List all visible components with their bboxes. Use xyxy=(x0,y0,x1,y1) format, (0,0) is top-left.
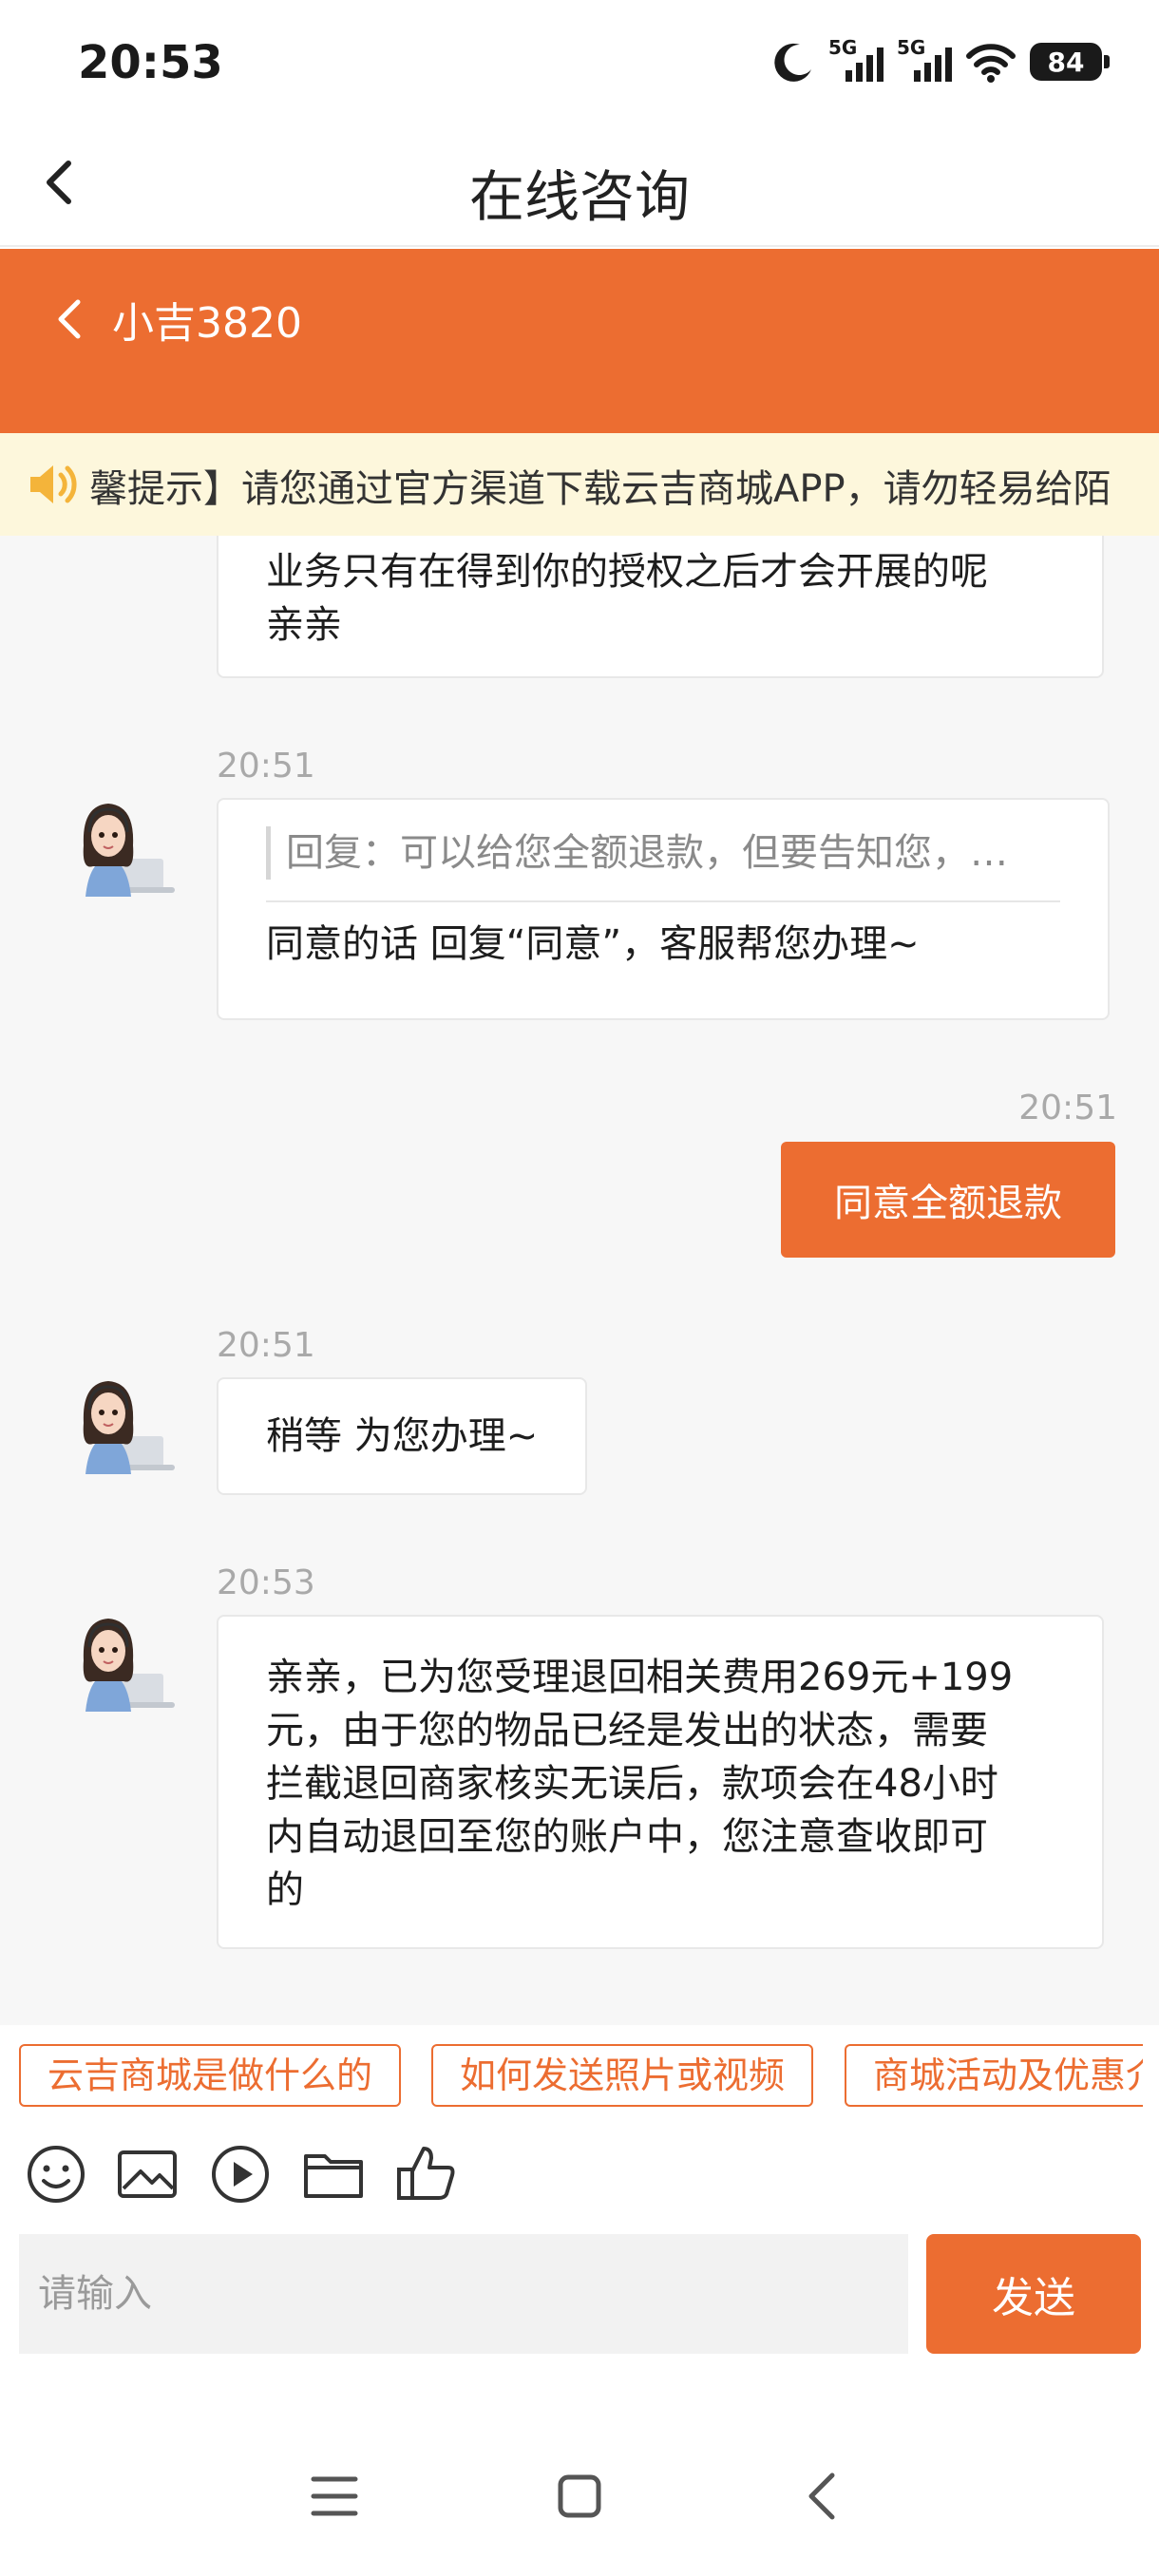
thumbs-up-icon[interactable] xyxy=(393,2141,460,2207)
message-line: 的 xyxy=(266,1868,304,1912)
message-time: 20:53 xyxy=(217,1563,315,1602)
message-line: 稍等 为您办理~ xyxy=(266,1414,539,1458)
message-line: 同意的话 回复“同意”，客服帮您办理~ xyxy=(266,922,920,966)
input-row: 发送 xyxy=(0,2234,1159,2354)
quick-reply-chip[interactable]: 如何发送照片或视频 xyxy=(431,2044,814,2107)
message-time: 20:51 xyxy=(217,747,315,786)
status-bar: 20:53 5G 5G 84 xyxy=(0,0,1159,123)
menu-icon[interactable] xyxy=(296,2458,372,2534)
quick-reply-chip[interactable]: 云吉商城是做什么的 xyxy=(19,2044,402,2107)
speaker-icon xyxy=(30,465,77,503)
nav-back-icon[interactable] xyxy=(787,2458,863,2534)
header-back-icon[interactable] xyxy=(46,283,103,359)
agent-avatar xyxy=(83,1619,175,1712)
message-line: 元，由于您的物品已经是发出的状态，需要 xyxy=(266,1709,988,1752)
notice-text: 馨提示】请您通过官方渠道下载云吉商城APP，请勿轻易给陌 xyxy=(89,467,1112,511)
agent-message: 亲亲，已为您受理退回相关费用269元+199 元，由于您的物品已经是发出的状态，… xyxy=(217,1615,1104,1949)
home-icon[interactable] xyxy=(542,2458,618,2534)
status-time: 20:53 xyxy=(78,36,223,89)
system-nav-bar xyxy=(0,2354,1159,2576)
page-title: 在线咨询 xyxy=(468,164,690,229)
quote-text: 回复：可以给您全额退款，但要告知您，… xyxy=(266,826,1060,880)
smile-icon[interactable] xyxy=(23,2141,89,2207)
battery-icon: 84 xyxy=(1030,43,1110,81)
agent-message: 业务只有在得到你的授权之后才会开展的呢 亲亲 xyxy=(217,536,1104,678)
notice-bar: 馨提示】请您通过官方渠道下载云吉商城APP，请勿轻易给陌 xyxy=(0,433,1159,536)
status-icons: 5G 5G 84 xyxy=(773,36,1110,85)
agent-avatar xyxy=(83,804,175,897)
quote-divider xyxy=(266,900,1060,902)
message-line: 亲亲，已为您受理退回相关费用269元+199 xyxy=(266,1656,1014,1699)
moon-icon xyxy=(774,43,811,82)
quick-reply-bar[interactable]: 云吉商城是做什么的 如何发送照片或视频 商城活动及优惠介 xyxy=(0,2025,1159,2120)
folder-icon[interactable] xyxy=(300,2141,367,2207)
signal-1-icon: 5G xyxy=(828,36,884,84)
input-toolbar xyxy=(0,2120,1159,2234)
image-icon[interactable] xyxy=(114,2141,180,2207)
quick-reply-chip[interactable]: 商城活动及优惠介 xyxy=(845,2044,1143,2107)
video-icon[interactable] xyxy=(207,2141,274,2207)
message-line: 亲亲 xyxy=(266,603,342,647)
agent-message: 稍等 为您办理~ xyxy=(217,1377,587,1495)
chat-header: 小吉3820 xyxy=(0,249,1159,433)
wifi-icon xyxy=(966,44,1016,83)
user-message: 同意全额退款 xyxy=(781,1142,1115,1258)
message-line: 业务只有在得到你的授权之后才会开展的呢 xyxy=(266,550,988,594)
agent-avatar xyxy=(83,1381,175,1474)
chat-area[interactable]: 业务只有在得到你的授权之后才会开展的呢 亲亲 20:51 回复：可以给您全额退款… xyxy=(0,536,1159,2025)
send-button[interactable]: 发送 xyxy=(926,2234,1141,2354)
message-time: 20:51 xyxy=(217,1326,315,1365)
title-bar: 在线咨询 xyxy=(0,123,1159,247)
message-line: 内自动退回至您的账户中，您注意查收即可 xyxy=(266,1815,988,1859)
agent-message: 回复：可以给您全额退款，但要告知您，… 同意的话 回复“同意”，客服帮您办理~ xyxy=(217,798,1110,1020)
message-input[interactable] xyxy=(19,2234,908,2354)
signal-2-icon: 5G xyxy=(897,36,952,84)
agent-name: 小吉3820 xyxy=(112,299,302,348)
message-line: 拦截退回商家核实无误后，款项会在48小时 xyxy=(266,1762,998,1806)
message-time: 20:51 xyxy=(1018,1089,1117,1127)
